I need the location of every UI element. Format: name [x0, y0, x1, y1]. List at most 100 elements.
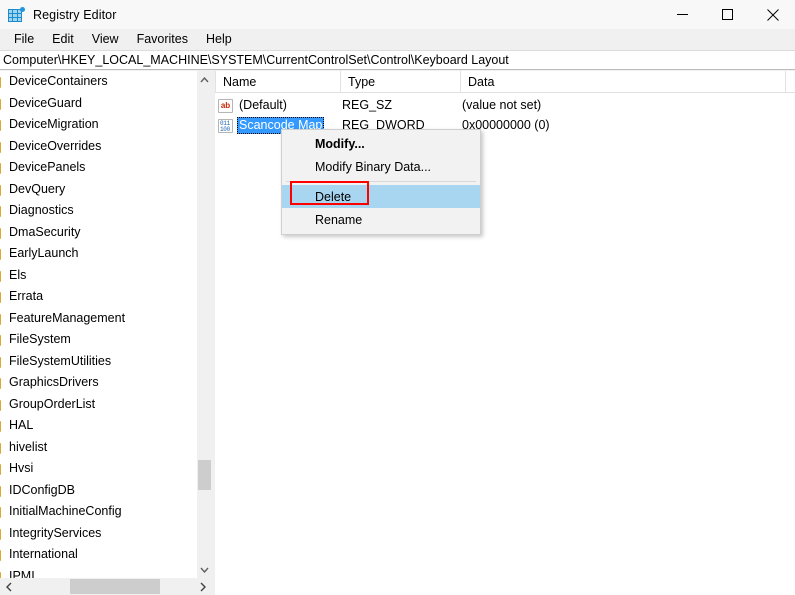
- tree-item-label: International: [9, 547, 78, 562]
- tree-item-label: DeviceContainers: [9, 74, 108, 89]
- folder-icon: [0, 441, 3, 454]
- tree-item-label: GroupOrderList: [9, 396, 96, 411]
- tree-item-label: DeviceMigration: [9, 117, 99, 132]
- folder-icon: [0, 398, 3, 411]
- tree-item-hvsi[interactable]: Hvsi: [0, 458, 196, 480]
- table-row[interactable]: ab (Default) REG_SZ (value not set): [215, 96, 795, 115]
- tree-item-idconfigdb[interactable]: IDConfigDB: [0, 480, 196, 502]
- scroll-right-arrow-icon[interactable]: [194, 578, 211, 595]
- tree-item-featuremanagement[interactable]: FeatureManagement: [0, 308, 196, 330]
- folder-icon: [0, 97, 3, 110]
- tree-item-devicecontainers[interactable]: DeviceContainers: [0, 71, 196, 93]
- tree-item-filesystem[interactable]: FileSystem: [0, 329, 196, 351]
- tree-item-errata[interactable]: Errata: [0, 286, 196, 308]
- folder-icon: [0, 527, 3, 540]
- folder-icon: [0, 355, 3, 368]
- folder-icon: [0, 312, 3, 325]
- tree-vertical-scrollbar[interactable]: [196, 71, 211, 578]
- minimize-button[interactable]: [660, 0, 705, 29]
- registry-path: Computer\HKEY_LOCAL_MACHINE\SYSTEM\Curre…: [3, 53, 509, 67]
- tree-horizontal-scrollbar[interactable]: [0, 578, 211, 595]
- tree-item-label: FileSystem: [9, 332, 71, 347]
- folder-icon: [0, 333, 3, 347]
- scroll-left-arrow-icon[interactable]: [0, 578, 17, 595]
- tree-item-label: IDConfigDB: [9, 482, 75, 497]
- folder-icon: [0, 183, 3, 196]
- menu-help[interactable]: Help: [197, 30, 241, 50]
- folder-icon: [0, 269, 3, 282]
- folder-icon: [0, 118, 3, 132]
- tree-item-label: DevicePanels: [9, 160, 86, 175]
- tree-item-diagnostics[interactable]: Diagnostics: [0, 200, 196, 222]
- folder-icon: [0, 204, 3, 218]
- context-menu-item-rename[interactable]: Rename: [282, 208, 480, 231]
- tree-item-devquery[interactable]: DevQuery: [0, 179, 196, 201]
- column-header-filler: [785, 71, 795, 92]
- tree-item-label: GraphicsDrivers: [9, 375, 99, 390]
- caption-buttons: [660, 0, 795, 29]
- menu-view[interactable]: View: [83, 30, 128, 50]
- tree-item-devicepanels[interactable]: DevicePanels: [0, 157, 196, 179]
- column-header-type[interactable]: Type: [340, 71, 460, 92]
- tree-item-devicemigration[interactable]: DeviceMigration: [0, 114, 196, 136]
- maximize-button[interactable]: [705, 0, 750, 29]
- tree-item-graphicsdrivers[interactable]: GraphicsDrivers: [0, 372, 196, 394]
- folder-icon: [0, 462, 3, 476]
- tree-item-label: HAL: [9, 418, 34, 433]
- tree-item-label: EarlyLaunch: [9, 246, 79, 261]
- tree-item-earlylaunch[interactable]: EarlyLaunch: [0, 243, 196, 265]
- tree-scrollbar-thumb[interactable]: [198, 460, 211, 490]
- tree-hscrollbar-thumb[interactable]: [70, 579, 160, 594]
- tree-item-filesystemutilities[interactable]: FileSystemUtilities: [0, 351, 196, 373]
- tree-item-label: DevQuery: [9, 181, 66, 196]
- listview-header: Name Type Data: [215, 71, 795, 93]
- column-header-data[interactable]: Data: [460, 71, 785, 92]
- context-menu-item-modify-binary-data[interactable]: Modify Binary Data...: [282, 155, 480, 178]
- folder-icon: [0, 484, 3, 497]
- tree-item-label: DmaSecurity: [9, 224, 81, 239]
- tree-item-label: Hvsi: [9, 461, 34, 476]
- context-menu-item-modify[interactable]: Modify...: [282, 132, 480, 155]
- tree-item-dmasecurity[interactable]: DmaSecurity: [0, 222, 196, 244]
- tree-item-ipmi[interactable]: IPMI: [0, 566, 196, 578]
- folder-icon: [0, 226, 3, 239]
- window-title: Registry Editor: [33, 7, 117, 22]
- tree-item-deviceoverrides[interactable]: DeviceOverrides: [0, 136, 196, 158]
- registry-tree-pane: DeviceContainers DeviceGuard DeviceMigrati…: [0, 71, 211, 578]
- menu-edit[interactable]: Edit: [43, 30, 83, 50]
- scroll-up-arrow-icon[interactable]: [197, 71, 211, 88]
- value-name-text: (Default): [239, 98, 287, 112]
- tree-item-label: FeatureManagement: [9, 310, 126, 325]
- tree-item-hal[interactable]: HAL: [0, 415, 196, 437]
- value-data-cell: (value not set): [462, 98, 542, 112]
- tree-item-international[interactable]: International: [0, 544, 196, 566]
- folder-icon: [0, 290, 3, 304]
- tree-item-integrityservices[interactable]: IntegrityServices: [0, 523, 196, 545]
- address-bar[interactable]: Computer\HKEY_LOCAL_MACHINE\SYSTEM\Curre…: [0, 50, 795, 70]
- tree-item-label: FileSystemUtilities: [9, 353, 112, 368]
- tree-item-label: InitialMachineConfig: [9, 504, 122, 519]
- tree-item-initialmachineconfig[interactable]: InitialMachineConfig: [0, 501, 196, 523]
- tree-item-els[interactable]: Els: [0, 265, 196, 287]
- tree-item-label: DeviceOverrides: [9, 138, 102, 153]
- column-header-name[interactable]: Name: [215, 71, 340, 92]
- tree-item-label: hivelist: [9, 439, 48, 454]
- folder-icon: [0, 548, 3, 562]
- tree-item-deviceguard[interactable]: DeviceGuard: [0, 93, 196, 115]
- tree-item-hivelist[interactable]: hivelist: [0, 437, 196, 459]
- menu-favorites[interactable]: Favorites: [128, 30, 197, 50]
- value-type-cell: REG_SZ: [342, 98, 393, 112]
- close-button[interactable]: [750, 0, 795, 29]
- scroll-down-arrow-icon[interactable]: [197, 561, 211, 578]
- value-name-cell: ab (Default): [215, 97, 340, 114]
- folder-icon: [0, 376, 3, 390]
- folder-icon: [0, 75, 3, 89]
- folder-icon: [0, 247, 3, 261]
- folder-icon: [0, 419, 3, 433]
- registry-editor-window: Registry Editor File Edit View Favorites…: [0, 0, 795, 595]
- binary-value-icon: 011 100: [218, 118, 233, 133]
- menu-file[interactable]: File: [5, 30, 43, 50]
- folder-icon: [0, 570, 3, 578]
- tree-item-grouporderlist[interactable]: GroupOrderList: [0, 394, 196, 416]
- folder-icon: [0, 140, 3, 153]
